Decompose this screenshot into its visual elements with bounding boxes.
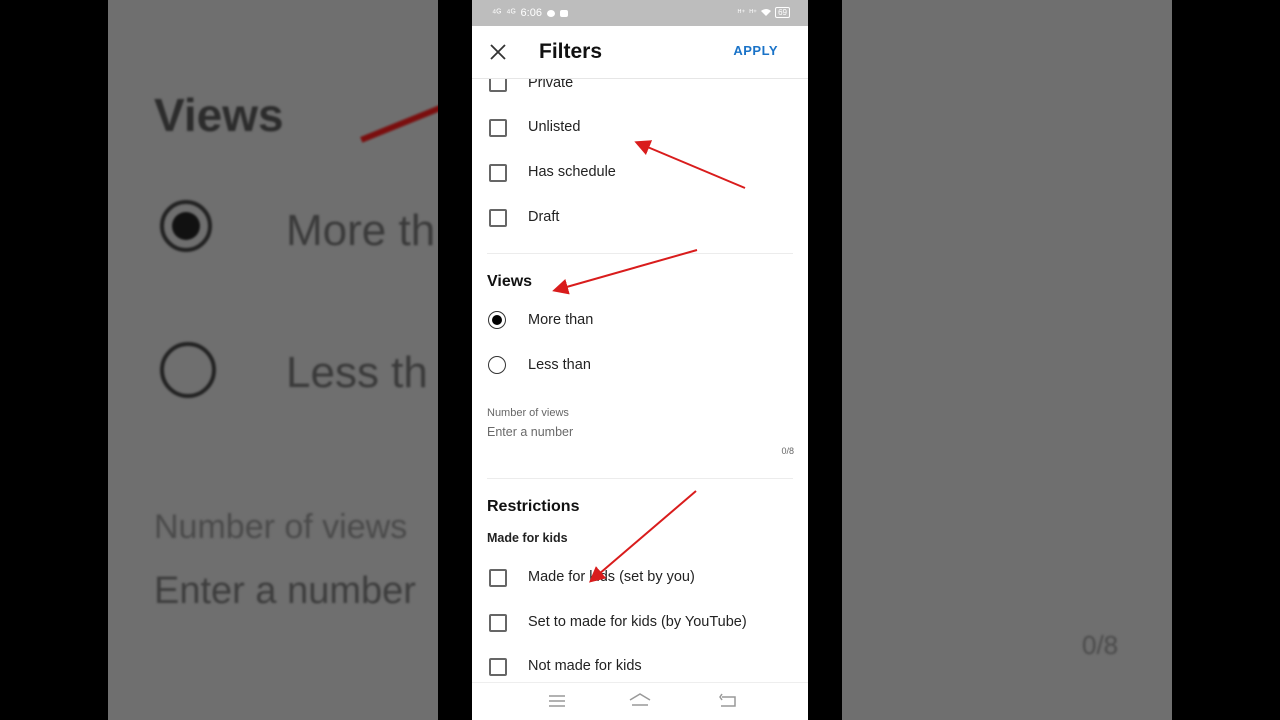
option-label: Unlisted bbox=[528, 119, 581, 135]
option-label: Draft bbox=[528, 209, 560, 225]
option-label: Not made for kids bbox=[528, 658, 642, 674]
background-arrow bbox=[360, 103, 438, 143]
home-icon[interactable] bbox=[629, 693, 651, 714]
checkbox[interactable] bbox=[489, 658, 507, 676]
background-radio-selected bbox=[160, 200, 212, 252]
radio-button[interactable] bbox=[488, 356, 506, 374]
divider bbox=[487, 478, 793, 479]
video-icon bbox=[559, 9, 568, 17]
checkbox[interactable] bbox=[489, 614, 507, 632]
checkbox[interactable] bbox=[489, 79, 507, 92]
background-more-than: More th bbox=[286, 206, 436, 255]
status-time: 6:06 bbox=[520, 7, 542, 19]
page-title: Filters bbox=[539, 40, 603, 63]
back-icon[interactable] bbox=[719, 693, 737, 714]
background-number-of-views: Number of views bbox=[154, 508, 408, 546]
filters-content[interactable]: Private Unlisted Has schedule Draft View… bbox=[472, 79, 808, 682]
signal-icon-2: ⁴ᴳ bbox=[506, 7, 516, 19]
views-section-title: Views bbox=[487, 273, 533, 290]
option-label: Has schedule bbox=[528, 164, 616, 180]
wifi-icon bbox=[761, 8, 772, 18]
views-option-more-than[interactable]: More than bbox=[472, 300, 808, 340]
filter-option-made-for-kids-by-youtube[interactable]: Set to made for kids (by YouTube) bbox=[472, 602, 808, 642]
number-of-views-input[interactable] bbox=[487, 425, 787, 439]
filter-option-not-made-for-kids[interactable]: Not made for kids bbox=[472, 646, 808, 682]
views-option-less-than[interactable]: Less than bbox=[472, 345, 808, 385]
status-bar: ⁴ᴳ ⁴ᴳ 6:06 ᴴ⁺ ᴴ⁺ 69 bbox=[472, 0, 808, 26]
background-radio-unselected bbox=[160, 342, 216, 398]
signal-icon: ⁴ᴳ bbox=[492, 7, 502, 19]
system-navigation-bar bbox=[472, 682, 808, 720]
option-label: Less than bbox=[528, 357, 591, 373]
filter-option-made-for-kids-by-you[interactable]: Made for kids (set by you) bbox=[472, 557, 808, 597]
radio-button-selected[interactable] bbox=[488, 311, 506, 329]
signal-strength-icon: ᴴ⁺ bbox=[737, 8, 746, 17]
made-for-kids-subtitle: Made for kids bbox=[487, 531, 568, 545]
background-enter-number: Enter a number bbox=[154, 570, 416, 612]
signal-strength-icon-2: ᴴ⁺ bbox=[749, 8, 758, 17]
background-zoom-right: 0/8 bbox=[842, 0, 1172, 720]
character-counter: 0/8 bbox=[781, 446, 794, 456]
phone-screen: ⁴ᴳ ⁴ᴳ 6:06 ᴴ⁺ ᴴ⁺ 69 Filters APPLY Privat… bbox=[472, 0, 808, 720]
background-views-heading: Views bbox=[154, 89, 284, 141]
checkbox[interactable] bbox=[489, 164, 507, 182]
status-left: ⁴ᴳ ⁴ᴳ 6:06 bbox=[492, 7, 568, 19]
restrictions-section-title: Restrictions bbox=[487, 498, 580, 515]
number-of-views-label: Number of views bbox=[487, 407, 569, 419]
battery-level: 69 bbox=[778, 8, 787, 17]
menu-icon[interactable] bbox=[548, 693, 566, 714]
background-counter: 0/8 bbox=[1082, 630, 1119, 660]
filter-option-draft[interactable]: Draft bbox=[472, 197, 808, 237]
status-right: ᴴ⁺ ᴴ⁺ 69 bbox=[738, 7, 790, 18]
checkbox[interactable] bbox=[489, 209, 507, 227]
message-icon bbox=[546, 9, 555, 17]
background-less-than: Less th bbox=[286, 348, 428, 397]
option-label: Made for kids (set by you) bbox=[528, 569, 695, 585]
option-label: Private bbox=[528, 79, 574, 91]
filter-option-has-schedule[interactable]: Has schedule bbox=[472, 152, 808, 192]
divider bbox=[487, 253, 793, 254]
checkbox[interactable] bbox=[489, 569, 507, 587]
option-label: More than bbox=[528, 312, 594, 328]
filter-option-unlisted[interactable]: Unlisted bbox=[472, 107, 808, 147]
filter-option-private[interactable]: Private bbox=[472, 79, 808, 103]
apply-button[interactable]: APPLY bbox=[733, 43, 778, 58]
background-zoom-left: Views More th Less th Number of views En… bbox=[108, 0, 438, 720]
checkbox[interactable] bbox=[489, 119, 507, 137]
close-icon bbox=[490, 44, 506, 60]
filters-header: Filters APPLY bbox=[472, 26, 808, 79]
battery-icon: 69 bbox=[775, 7, 790, 18]
close-button[interactable] bbox=[486, 40, 510, 64]
option-label: Set to made for kids (by YouTube) bbox=[528, 614, 747, 630]
